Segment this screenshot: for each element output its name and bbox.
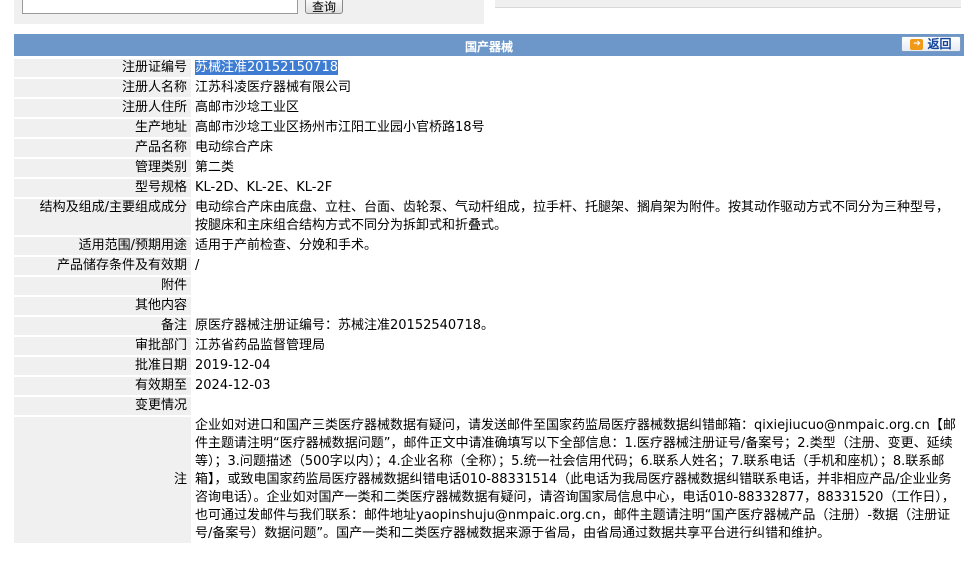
field-row: 适用范围/预期用途 适用于产前检查、分娩和手术。	[14, 237, 964, 255]
field-label: 审批部门	[14, 337, 191, 355]
field-label: 型号规格	[14, 179, 191, 197]
back-button-label: 返回	[927, 37, 952, 51]
field-row: 产品储存条件及有效期 /	[14, 257, 964, 275]
field-label: 有效期至	[14, 377, 191, 395]
field-row: 批准日期 2019-12-04	[14, 357, 964, 375]
notice-label: 注	[14, 417, 191, 543]
field-label: 适用范围/预期用途	[14, 237, 191, 255]
field-value: 苏械注准20152150718	[191, 59, 964, 77]
back-button[interactable]: ➔ 返回	[901, 36, 961, 52]
field-row: 审批部门 江苏省药品监督管理局	[14, 337, 964, 355]
field-value: 电动综合产床由底盘、立柱、台面、齿轮泵、气动杆组成，拉手杆、托腿架、搁肩架为附件…	[195, 200, 950, 233]
field-label: 管理类别	[14, 159, 191, 177]
field-row: 附件	[14, 277, 964, 295]
notice-row: 注 企业如对进口和国产三类医疗器械数据有疑问，请发送邮件至国家药监局医疗器械数据…	[14, 417, 964, 543]
field-label: 附件	[14, 277, 191, 295]
right-panel	[495, 0, 961, 8]
field-value	[191, 297, 964, 315]
field-label: 变更情况	[14, 397, 191, 415]
field-row: 生产地址 高邮市沙埝工业区扬州市江阳工业园小官桥路18号	[14, 119, 964, 137]
field-row: 注册人名称 江苏科凌医疗器械有限公司	[14, 79, 964, 97]
detail-table: 注册证编号 苏械注准20152150718 注册人名称 江苏科凌医疗器械有限公司…	[14, 57, 964, 545]
field-label: 注册人名称	[14, 79, 191, 97]
field-label: 批准日期	[14, 357, 191, 375]
field-label: 产品名称	[14, 139, 191, 157]
field-row: 产品名称 电动综合产床	[14, 139, 964, 157]
field-value: 高邮市沙埝工业区扬州市江阳工业园小官桥路18号	[195, 120, 485, 135]
field-label: 注册人住所	[14, 99, 191, 117]
field-row: 备注 原医疗器械注册证编号：苏械注准20152540718。	[14, 317, 964, 335]
field-row: 管理类别 第二类	[14, 159, 964, 177]
field-row: 变更情况	[14, 397, 964, 415]
section-header: 国产器械 ➔ 返回	[14, 34, 964, 56]
field-value: 原医疗器械注册证编号：苏械注准20152540718。	[195, 318, 494, 333]
registration-number-selected[interactable]: 苏械注准20152150718	[195, 60, 338, 75]
query-button[interactable]: 查询	[305, 0, 343, 14]
field-value: 2024-12-03	[195, 378, 271, 393]
field-label: 生产地址	[14, 119, 191, 137]
field-value: 第二类	[195, 160, 235, 175]
back-arrow-icon: ➔	[910, 38, 924, 50]
field-label: 注册证编号	[14, 59, 191, 77]
field-row: 有效期至 2024-12-03	[14, 377, 964, 395]
search-input[interactable]	[22, 0, 298, 14]
field-value	[191, 277, 964, 295]
field-row: 注册人住所 高邮市沙埝工业区	[14, 99, 964, 117]
notice-text: 企业如对进口和国产三类医疗器械数据有疑问，请发送邮件至国家药监局医疗器械数据纠错…	[195, 418, 956, 541]
field-label: 产品储存条件及有效期	[14, 257, 191, 275]
field-label: 结构及组成/主要组成成分	[14, 199, 191, 235]
field-row: 注册证编号 苏械注准20152150718	[14, 59, 964, 77]
section-title: 国产器械	[464, 40, 513, 54]
field-value: 高邮市沙埝工业区	[195, 100, 300, 115]
field-value: 电动综合产床	[195, 140, 274, 155]
field-value: KL-2D、KL-2E、KL-2F	[195, 180, 333, 195]
field-value: 2019-12-04	[195, 358, 271, 373]
field-value: 江苏科凌医疗器械有限公司	[195, 80, 352, 95]
field-value: 适用于产前检查、分娩和手术。	[195, 238, 378, 253]
field-label: 其他内容	[14, 297, 191, 315]
field-row: 结构及组成/主要组成成分 电动综合产床由底盘、立柱、台面、齿轮泵、气动杆组成，拉…	[14, 199, 964, 235]
field-label: 备注	[14, 317, 191, 335]
field-row: 其他内容	[14, 297, 964, 315]
field-value: 江苏省药品监督管理局	[195, 338, 326, 353]
field-value: /	[195, 258, 200, 273]
field-value	[191, 397, 964, 415]
field-row: 型号规格 KL-2D、KL-2E、KL-2F	[14, 179, 964, 197]
